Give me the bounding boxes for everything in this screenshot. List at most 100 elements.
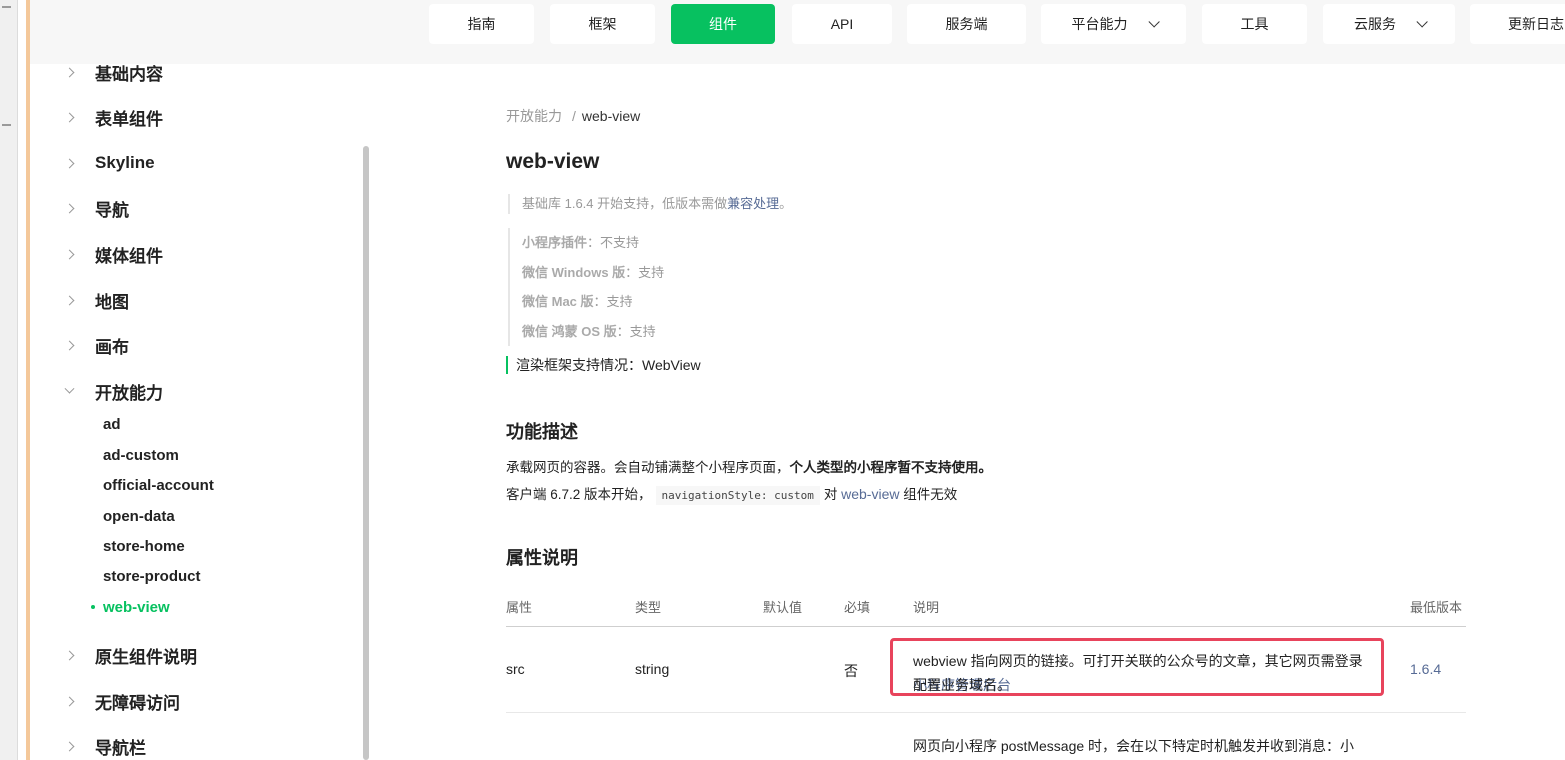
- sidebar-sub-label: ad-custom: [103, 446, 179, 464]
- page-title: web-view: [506, 150, 600, 173]
- sidebar-sub-open-data[interactable]: open-data: [103, 505, 175, 527]
- sidebar: 基础内容 表单组件 Skyline 导航 媒体组件 地图 画布 开放能力 ad …: [30, 64, 362, 760]
- sidebar-item-skyline[interactable]: Skyline: [60, 151, 155, 175]
- edge-tick: [2, 6, 11, 8]
- description-paragraph-2: 客户端 6.7.2 版本开始， navigationStyle: custom 对 …: [506, 483, 958, 505]
- sidebar-sub-ad[interactable]: ad: [103, 413, 121, 435]
- sidebar-sub-official-account[interactable]: official-account: [103, 474, 214, 496]
- nav-label: 服务端: [945, 16, 988, 32]
- sidebar-item-form[interactable]: 表单组件: [60, 105, 163, 129]
- chevron-down-icon: [1416, 16, 1428, 28]
- inline-code: navigationStyle: custom: [655, 486, 820, 505]
- nav-server[interactable]: 服务端: [907, 4, 1026, 44]
- nav-label: 工具: [1240, 16, 1269, 32]
- cell-attr: src: [506, 661, 525, 677]
- platform-item: 微信 Windows 版：支持: [522, 258, 664, 288]
- nav-label: 平台能力: [1071, 16, 1128, 32]
- sidebar-item-accessibility[interactable]: 无障碍访问: [60, 689, 180, 713]
- platform-value: ：支持: [593, 294, 633, 309]
- nav-framework[interactable]: 框架: [550, 4, 655, 44]
- chevron-right-icon: [64, 67, 75, 77]
- sidebar-sub-label: open-data: [103, 507, 175, 525]
- sidebar-sub-store-product[interactable]: store-product: [103, 565, 201, 587]
- sidebar-item-label: 原生组件说明: [95, 647, 197, 667]
- sidebar-item-open-ability[interactable]: 开放能力: [60, 379, 163, 403]
- sidebar-item-native[interactable]: 原生组件说明: [60, 643, 197, 667]
- sidebar-item-label: 媒体组件: [95, 246, 163, 266]
- sidebar-scrollbar[interactable]: [363, 146, 369, 760]
- sidebar-item-map[interactable]: 地图: [60, 288, 129, 312]
- sidebar-item-label: 导航栏: [95, 738, 146, 758]
- platform-item: 微信 Mac 版：支持: [522, 287, 664, 317]
- chevron-right-icon: [64, 696, 75, 706]
- nav-label: 指南: [467, 16, 496, 32]
- table-row: src string 否 webview 指向网页的链接。可打开关联的公众号的文…: [506, 627, 1466, 713]
- nav-tools[interactable]: 工具: [1202, 4, 1307, 44]
- sidebar-item-navigation[interactable]: 导航: [60, 196, 129, 220]
- chevron-down-icon: [64, 383, 75, 394]
- chevron-right-icon: [64, 112, 75, 122]
- col-header-default: 默认值: [763, 600, 803, 615]
- nav-cloud[interactable]: 云服务: [1323, 4, 1455, 44]
- sidebar-item-canvas[interactable]: 画布: [60, 333, 129, 357]
- table-header: 属性 类型 默认值 必填 说明 最低版本: [506, 597, 1466, 627]
- support-note-suffix: 。: [779, 196, 793, 211]
- nav-guide[interactable]: 指南: [429, 4, 534, 44]
- chevron-right-icon: [64, 340, 75, 350]
- nav-components[interactable]: 组件: [671, 4, 775, 44]
- nav-label: API: [830, 16, 854, 32]
- sidebar-item-navbar[interactable]: 导航栏: [60, 734, 146, 758]
- top-navigation: 指南 框架 组件 API 服务端 平台能力 工具 云服务 更新日志: [30, 0, 1565, 64]
- chevron-right-icon: [64, 295, 75, 305]
- platform-value: ：支持: [616, 323, 656, 339]
- platform-name: 微信 Mac 版: [522, 294, 594, 309]
- section-title-description: 功能描述: [506, 422, 578, 442]
- window-edge: [0, 0, 18, 760]
- desc-text: 组件无效: [899, 487, 958, 502]
- section-title-properties: 属性说明: [506, 548, 578, 568]
- sidebar-item-label: 地图: [95, 292, 129, 312]
- nav-label: 云服务: [1354, 16, 1396, 32]
- active-dot-icon: [91, 605, 95, 609]
- breadcrumb-parent[interactable]: 开放能力: [506, 108, 562, 124]
- nav-platform[interactable]: 平台能力: [1041, 4, 1186, 44]
- highlight-box: [890, 638, 1384, 696]
- platform-name: 微信 鸿蒙 OS 版: [522, 323, 617, 339]
- cell-required: 否: [844, 663, 858, 679]
- platform-item: 微信 鸿蒙 OS 版：支持: [522, 317, 664, 347]
- sidebar-item-media[interactable]: 媒体组件: [60, 242, 163, 266]
- nav-api[interactable]: API: [792, 4, 892, 44]
- col-header-min-version: 最低版本: [1410, 600, 1463, 615]
- desc-bold-text: 个人类型的小程序暂不支持使用。: [789, 460, 993, 475]
- edge-tick: [2, 124, 11, 126]
- sidebar-item-label: 无障碍访问: [95, 693, 180, 713]
- sidebar-item-label: Skyline: [95, 153, 155, 172]
- sidebar-sub-store-home[interactable]: store-home: [103, 535, 185, 557]
- desc-text: 对: [823, 487, 842, 502]
- sidebar-sub-ad-custom[interactable]: ad-custom: [103, 444, 179, 466]
- chevron-right-icon: [64, 158, 75, 168]
- sidebar-sub-label: store-product: [103, 567, 201, 585]
- sidebar-item-basic[interactable]: 基础内容: [60, 60, 163, 84]
- chevron-right-icon: [64, 249, 75, 259]
- compat-link[interactable]: 兼容处理: [727, 196, 779, 211]
- web-view-link[interactable]: web-view: [841, 486, 899, 502]
- sidebar-sub-web-view[interactable]: web-view: [91, 596, 170, 618]
- chevron-right-icon: [64, 203, 75, 213]
- chevron-right-icon: [64, 741, 75, 751]
- platform-item: 小程序插件：不支持: [522, 228, 664, 258]
- render-framework-note: 渲染框架支持情况：WebView: [506, 356, 701, 374]
- chevron-right-icon: [64, 650, 75, 660]
- support-note: 基础库 1.6.4 开始支持，低版本需做兼容处理。: [508, 194, 792, 214]
- sidebar-item-label: 开放能力: [95, 383, 163, 403]
- chevron-down-icon: [1147, 16, 1160, 28]
- desc-text: 客户端 6.7.2 版本开始，: [506, 487, 652, 502]
- description-paragraph-1: 承载网页的容器。会自动铺满整个小程序页面，个人类型的小程序暂不支持使用。: [506, 456, 992, 476]
- platform-value: ：支持: [625, 264, 665, 280]
- platform-support-list: 小程序插件：不支持 微信 Windows 版：支持 微信 Mac 版：支持 微信…: [508, 228, 664, 346]
- nav-changelog[interactable]: 更新日志: [1470, 4, 1565, 44]
- cell-min-version[interactable]: 1.6.4: [1410, 661, 1441, 677]
- platform-name: 微信 Windows 版: [522, 264, 626, 280]
- col-header-required: 必填: [844, 600, 871, 615]
- cell-desc-row2: 网页向小程序 postMessage 时，会在以下特定时机触发并收到消息：小: [913, 738, 1355, 754]
